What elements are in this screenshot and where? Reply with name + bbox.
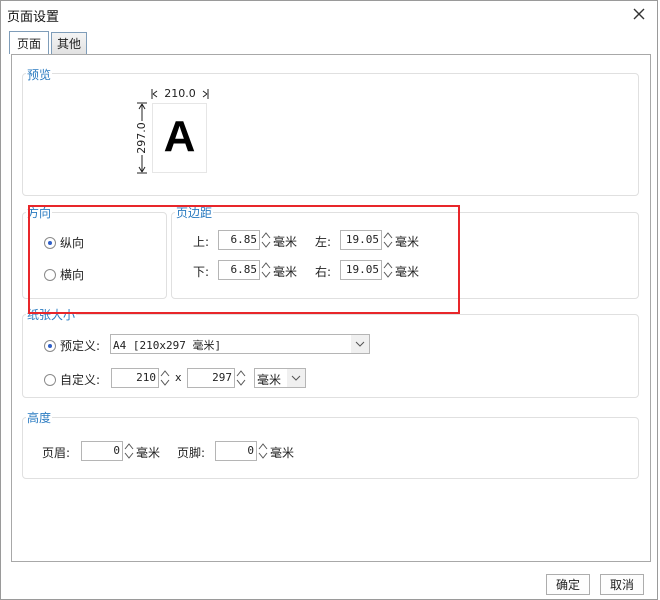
margin-left-unit: 毫米 [395,235,420,249]
cancel-button[interactable]: 取消 [600,574,644,595]
landscape-radio[interactable]: 横向 [44,266,84,283]
tab-page[interactable]: 页面 [9,31,49,54]
spin-arrows-icon[interactable] [260,260,272,280]
margin-left-input[interactable]: 19.05 [340,230,382,250]
margin-top-label: 上: [193,235,210,249]
header-footer-legend: 高度 [26,409,53,426]
preview-legend: 预览 [26,66,53,83]
custom-unit-value: 毫米 [257,373,282,387]
page-setup-dialog: 页面设置 页面 其他 预览 A 210.0 297.0 方向 纵向 横向 页边距… [0,0,658,600]
ok-button[interactable]: 确定 [546,574,590,595]
landscape-label: 横向 [60,268,85,282]
custom-radio[interactable]: 自定义: [44,371,100,388]
custom-unit-select[interactable]: 毫米 [254,368,306,388]
margin-bottom-unit: 毫米 [273,265,298,279]
preview-page: A [152,103,207,173]
footer-stepper[interactable]: 0 [215,441,269,461]
preview-width-dimension: 210.0 [151,87,209,101]
predefined-label: 预定义: [60,339,101,353]
margin-bottom-label: 下: [193,265,210,279]
title-bar: 页面设置 [1,1,657,27]
orientation-legend: 方向 [26,204,53,221]
portrait-radio-dot[interactable] [44,236,56,249]
footer-input[interactable]: 0 [215,441,257,461]
header-unit: 毫米 [136,446,161,460]
paper-size-select[interactable]: A4 [210x297 毫米] [110,334,370,354]
custom-height-input[interactable]: 297 [187,368,235,388]
margin-right-unit: 毫米 [395,265,420,279]
portrait-radio[interactable]: 纵向 [44,234,84,251]
predefined-radio-dot[interactable] [44,339,56,352]
preview-height-dimension: 297.0 [135,102,149,174]
margin-left-stepper[interactable]: 19.05 [340,230,394,250]
tab-other[interactable]: 其他 [51,32,87,54]
portrait-label: 纵向 [60,236,85,250]
custom-width-input[interactable]: 210 [111,368,159,388]
header-stepper[interactable]: 0 [81,441,135,461]
preview-height-label: 297.0 [135,121,149,155]
margin-right-input[interactable]: 19.05 [340,260,382,280]
custom-label: 自定义: [60,373,101,387]
margins-legend: 页边距 [175,204,214,221]
close-icon [633,8,645,20]
spin-arrows-icon[interactable] [260,230,272,250]
margin-left-label: 左: [315,235,332,249]
header-label: 页眉: [42,446,71,460]
spin-arrows-icon[interactable] [382,260,394,280]
margin-right-stepper[interactable]: 19.05 [340,260,394,280]
tab-panel-page: 预览 A 210.0 297.0 方向 纵向 横向 页边距 上: 6.85 毫米… [11,54,651,562]
margin-top-input[interactable]: 6.85 [218,230,260,250]
paper-size-legend: 纸张大小 [26,306,77,323]
preview-letter: A [163,112,196,161]
margin-right-label: 右: [315,265,332,279]
custom-height-stepper[interactable]: 297 [187,368,247,388]
margin-top-stepper[interactable]: 6.85 [218,230,272,250]
chevron-down-icon[interactable] [287,369,305,387]
preview-width-label: 210.0 [164,87,196,100]
spin-arrows-icon[interactable] [123,441,135,461]
margin-bottom-stepper[interactable]: 6.85 [218,260,272,280]
custom-radio-dot[interactable] [44,373,56,386]
margins-group [171,212,639,299]
paper-size-value: A4 [210x297 毫米] [113,339,222,352]
footer-label: 页脚: [177,446,206,460]
margin-bottom-input[interactable]: 6.85 [218,260,260,280]
predefined-radio[interactable]: 预定义: [44,337,100,354]
spin-arrows-icon[interactable] [235,368,247,388]
spin-arrows-icon[interactable] [159,368,171,388]
landscape-radio-dot[interactable] [44,268,56,281]
orientation-group [22,212,167,299]
footer-unit: 毫米 [270,446,295,460]
preview-group [22,73,639,196]
custom-times-sign: x [175,371,182,384]
spin-arrows-icon[interactable] [382,230,394,250]
custom-width-stepper[interactable]: 210 [111,368,171,388]
margin-top-unit: 毫米 [273,235,298,249]
header-input[interactable]: 0 [81,441,123,461]
dialog-title: 页面设置 [7,10,60,25]
spin-arrows-icon[interactable] [257,441,269,461]
chevron-down-icon[interactable] [351,335,369,353]
close-button[interactable] [629,4,649,24]
